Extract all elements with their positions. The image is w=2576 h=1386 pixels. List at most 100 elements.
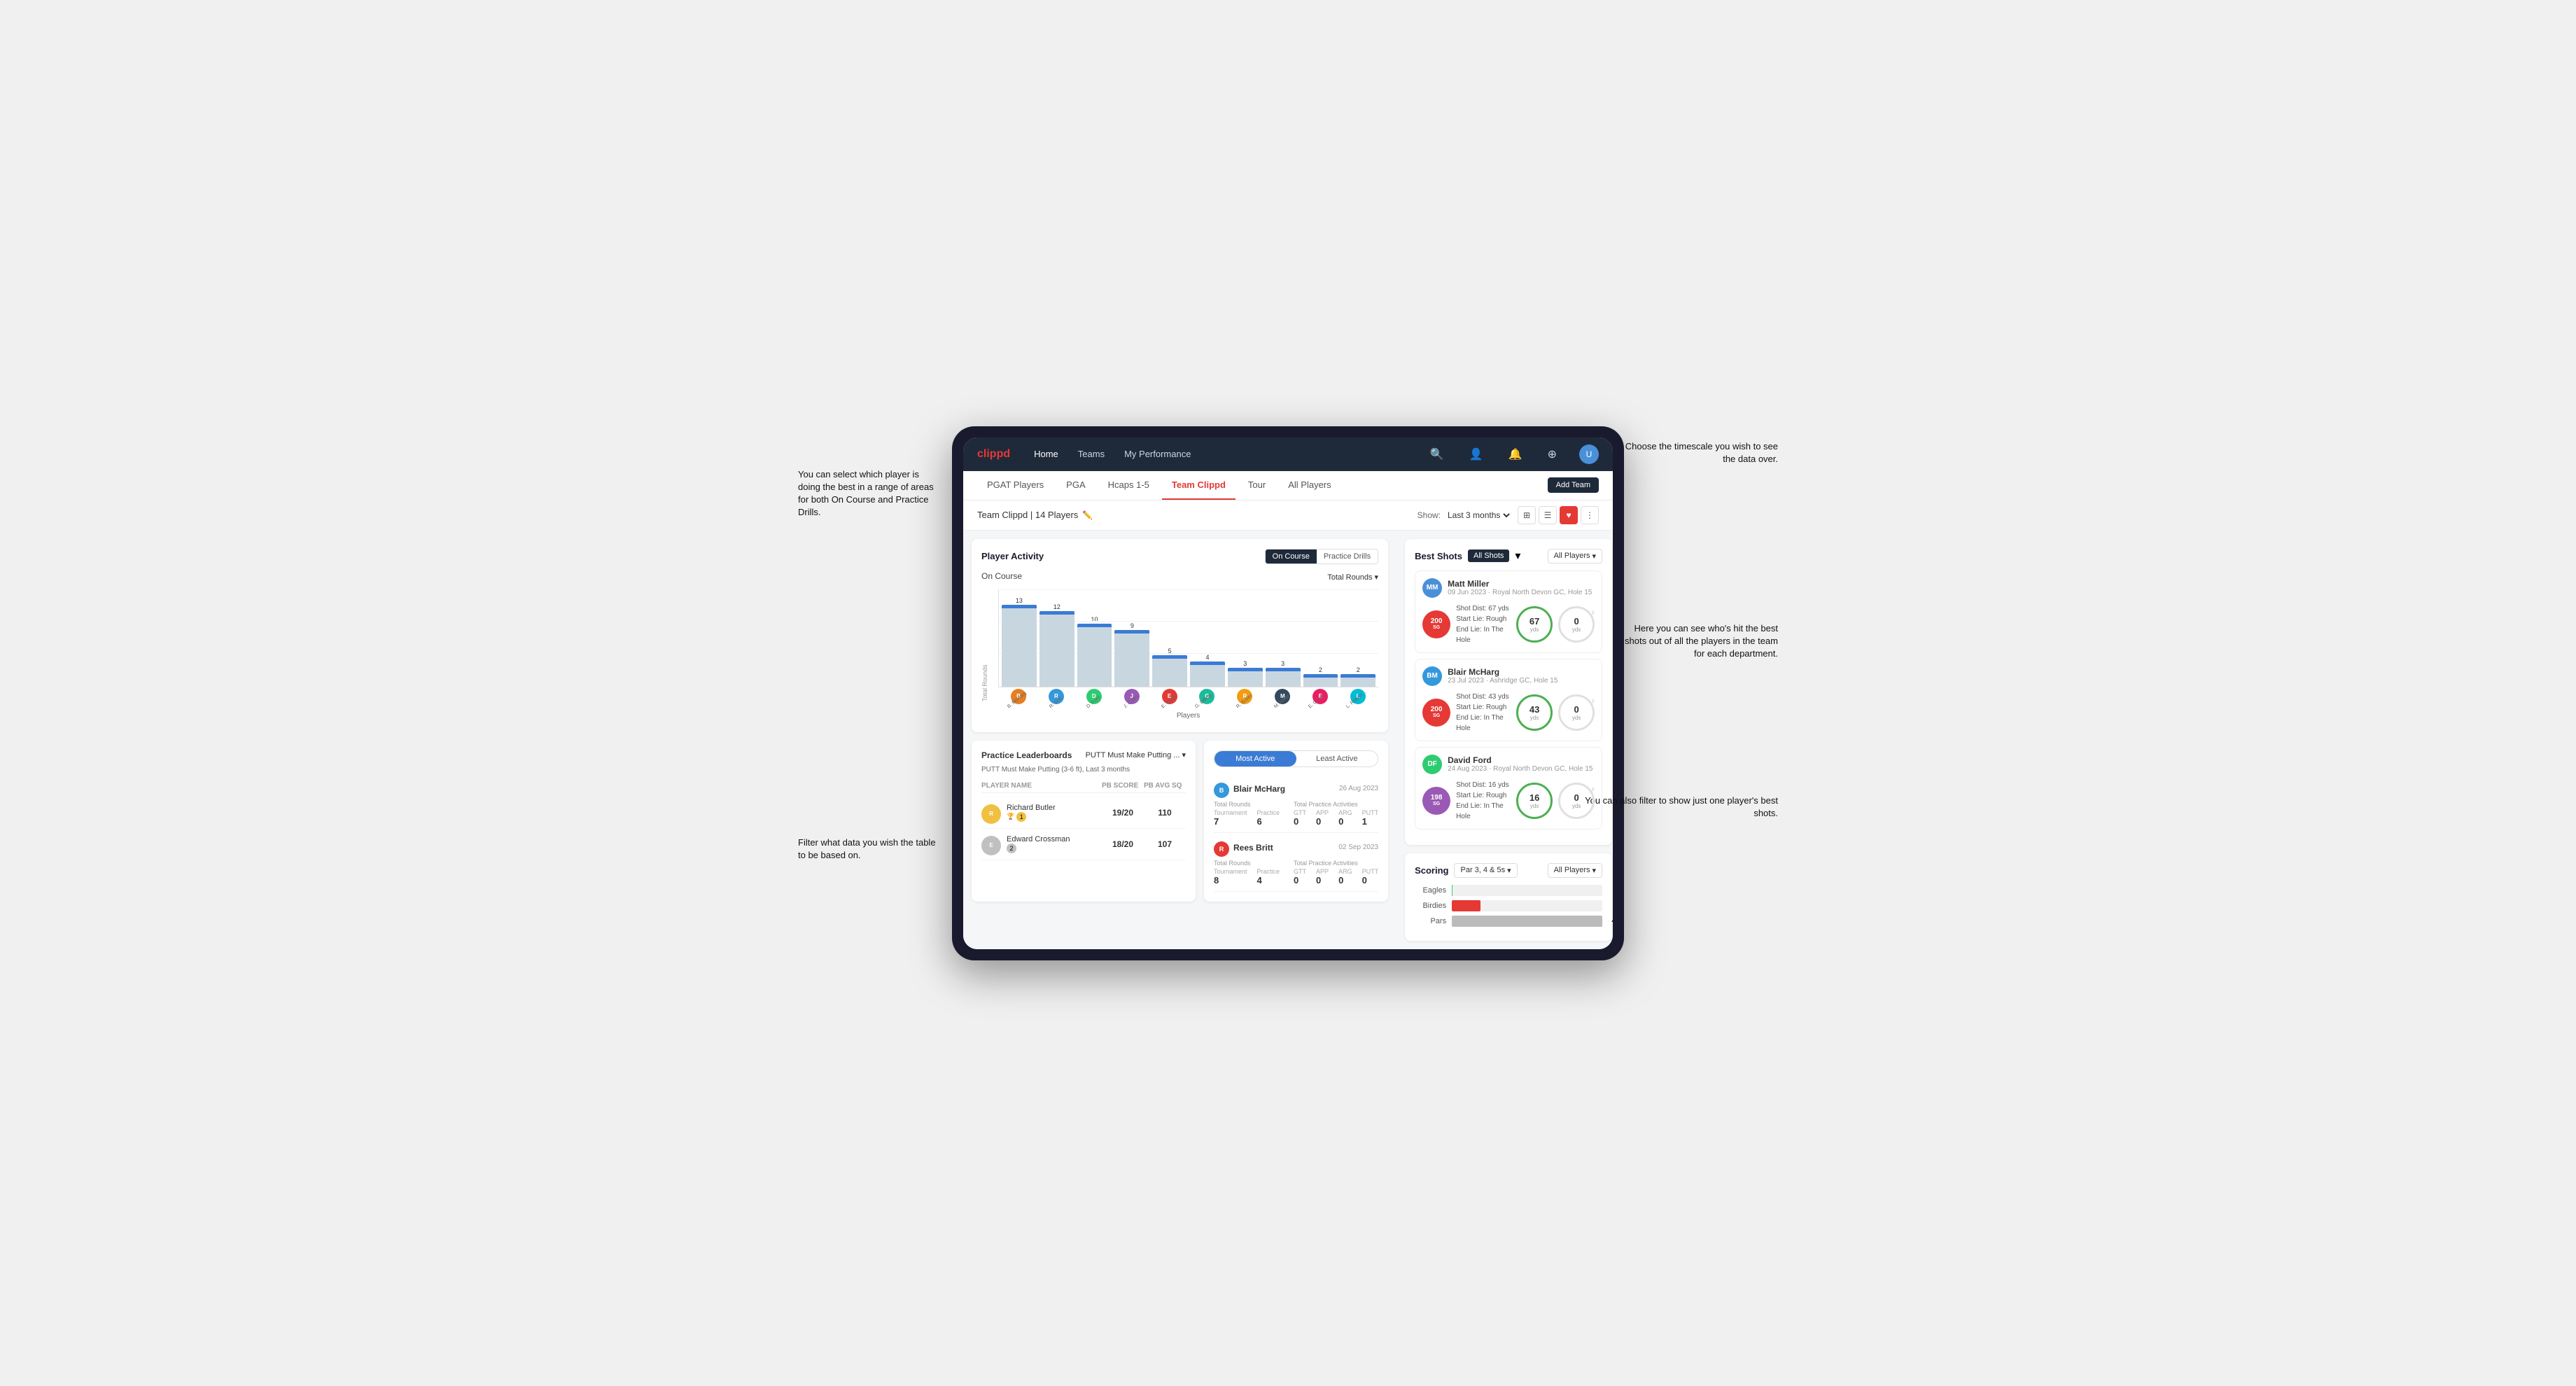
active-player-1: B Blair McHarg 26 Aug 2023 Total Rounds (1214, 774, 1378, 833)
bar-group-7: 3 (1266, 592, 1301, 687)
player-filter[interactable]: All Players ▾ (1548, 549, 1603, 564)
right-panel: Best Shots All Shots ▾ All Players ▾ (1396, 531, 1613, 949)
activities-stat: Total Practice Activities GTT 0 APP (1294, 801, 1378, 827)
chart-section-row: On Course Total Rounds ▾ (981, 571, 1378, 584)
search-icon[interactable]: 🔍 (1430, 447, 1444, 461)
shot-player-avatar-3: DF (1422, 755, 1442, 774)
bar-chart: Total Rounds 1312109543322 BB. McHargRR.… (981, 589, 1378, 722)
app-col: APP 0 (1316, 809, 1329, 827)
table-row[interactable]: R Richard Butler 🏆 1 1 (981, 797, 1186, 829)
shot-metric-yds-1: 67 yds (1516, 606, 1553, 643)
scoring-bar-birdies: Birdies96 (1415, 900, 1602, 911)
shot-chevron-1: › (1591, 606, 1595, 617)
bar-group-4: 5 (1152, 592, 1187, 687)
shot-player-name-1: Matt Miller (1448, 579, 1592, 589)
chart-dropdown[interactable]: Total Rounds ▾ (1327, 573, 1378, 582)
tab-pgat-players[interactable]: PGAT Players (977, 471, 1054, 500)
show-label: Show: (1418, 510, 1441, 520)
leaderboard-subtitle: PUTT Must Make Putting (3-6 ft), Last 3 … (981, 766, 1186, 774)
active-player-2-name: R Rees Britt (1214, 839, 1273, 857)
user-avatar[interactable]: U (1579, 444, 1599, 464)
time-select[interactable]: Last 3 months Last 6 months Last year (1445, 510, 1512, 521)
shot-card-2[interactable]: BM Blair McHarg 23 Jul 2023 · Ashridge G… (1415, 659, 1602, 741)
rounds-stat-2: Total Rounds Tournament 8 Practice (1214, 860, 1280, 886)
player-activity-title: Player Activity (981, 551, 1044, 561)
grid-view-btn[interactable]: ⊞ (1518, 506, 1536, 524)
best-shots-header: Best Shots All Shots ▾ All Players ▾ (1415, 549, 1602, 564)
x-axis-label: Players (998, 712, 1378, 720)
avatar-group-0: BB. McHarg (1001, 687, 1036, 710)
tournament-label: Tournament (1214, 809, 1247, 816)
practice-val: 6 (1257, 816, 1280, 827)
practice-drills-toggle[interactable]: Practice Drills (1317, 550, 1378, 564)
activity-toggle-group: On Course Practice Drills (1265, 549, 1378, 564)
nav-teams[interactable]: Teams (1077, 446, 1106, 462)
shot-stats-row-2: 200 SG Shot Dist: 43 yds Start Lie: Roug… (1422, 692, 1595, 734)
shot-player-detail-2: 23 Jul 2023 · Ashridge GC, Hole 15 (1448, 677, 1558, 685)
shot-player-info-3: David Ford 24 Aug 2023 · Royal North Dev… (1448, 755, 1592, 773)
scoring-filter-2[interactable]: All Players ▾ (1548, 863, 1603, 878)
tab-team-clippd[interactable]: Team Clippd (1162, 471, 1236, 500)
on-course-toggle[interactable]: On Course (1266, 550, 1317, 564)
shot-card-3[interactable]: DF David Ford 24 Aug 2023 · Royal North … (1415, 747, 1602, 830)
tab-hcaps[interactable]: Hcaps 1-5 (1098, 471, 1159, 500)
bell-icon[interactable]: 🔔 (1508, 447, 1522, 461)
y-axis-label: Total Rounds (981, 589, 988, 701)
avatar-group-3: JJ. Coles (1114, 687, 1149, 710)
settings-view-btn[interactable]: ⋮ (1581, 506, 1599, 524)
scoring-filter-1[interactable]: Par 3, 4 & 5s ▾ (1454, 863, 1517, 878)
bar-group-0: 13 (1002, 592, 1037, 687)
avatar-group-8: EE. Crossman (1303, 687, 1338, 710)
shot-player-name-2: Blair McHarg (1448, 667, 1558, 677)
shot-details-3: Shot Dist: 16 yds Start Lie: Rough End L… (1456, 780, 1511, 822)
rounds-sub: Tournament 7 Practice 6 (1214, 809, 1280, 827)
active-player-1-header: B Blair McHarg 26 Aug 2023 (1214, 780, 1378, 798)
player-info-2: E Edward Crossman 2 (981, 833, 1102, 855)
arg-col: ARG 0 (1338, 809, 1352, 827)
best-shots-card: Best Shots All Shots ▾ All Players ▾ (1405, 539, 1612, 845)
tablet-screen: clippd Home Teams My Performance 🔍 👤 🔔 ⊕… (963, 438, 1613, 949)
all-shots-btn[interactable]: All Shots (1468, 550, 1509, 562)
heart-view-btn[interactable]: ♥ (1560, 506, 1578, 524)
shot-player-row-2: BM Blair McHarg 23 Jul 2023 · Ashridge G… (1422, 666, 1595, 686)
tab-pga[interactable]: PGA (1056, 471, 1095, 500)
pb-score-1: 19/20 (1102, 808, 1144, 818)
table-row[interactable]: E Edward Crossman 2 18/20 107 (981, 829, 1186, 860)
activities-label: Total Practice Activities (1294, 801, 1378, 808)
page-wrapper: You can select which player is doing the… (798, 426, 1778, 960)
edit-icon[interactable]: ✏️ (1082, 510, 1093, 520)
player-activity-header: Player Activity On Course Practice Drill… (981, 549, 1378, 564)
least-active-btn[interactable]: Least Active (1296, 751, 1378, 766)
list-view-btn[interactable]: ☰ (1539, 506, 1557, 524)
settings-icon[interactable]: ⊕ (1548, 447, 1557, 461)
avatar-group-1: RR. Britt (1039, 687, 1074, 710)
team-header-row: Team Clippd | 14 Players ✏️ Show: Last 3… (963, 500, 1613, 531)
tab-tour[interactable]: Tour (1238, 471, 1275, 500)
player-name-1: Richard Butler (1007, 804, 1056, 812)
annotation-bottom-right: You can also filter to show just one pla… (1582, 794, 1778, 820)
nav-home[interactable]: Home (1032, 446, 1060, 462)
avatar-group-2: DD. Ford (1077, 687, 1112, 710)
active-player-2-avatar: R (1214, 841, 1229, 857)
rounds-stat: Total Rounds Tournament 7 Practice (1214, 801, 1280, 827)
avatar-group-4: EE. Ebert (1152, 687, 1187, 710)
pb-avg-1: 110 (1144, 808, 1186, 818)
shot-player-info-2: Blair McHarg 23 Jul 2023 · Ashridge GC, … (1448, 667, 1558, 685)
player-activity-card: Player Activity On Course Practice Drill… (972, 539, 1388, 732)
users-icon[interactable]: 👤 (1469, 447, 1483, 461)
active-player-1-name: B Blair McHarg (1214, 780, 1285, 798)
tab-all-players[interactable]: All Players (1278, 471, 1340, 500)
add-team-button[interactable]: Add Team (1548, 477, 1599, 493)
sub-nav: PGAT Players PGA Hcaps 1-5 Team Clippd T… (963, 471, 1613, 500)
annotation-mid-right: Here you can see who's hit the best shot… (1624, 622, 1778, 661)
bar-group-1: 12 (1040, 592, 1074, 687)
shot-card-1[interactable]: MM Matt Miller 09 Jun 2023 · Royal North… (1415, 570, 1602, 653)
left-panels: Player Activity On Course Practice Drill… (963, 531, 1396, 949)
most-active-toggle: Most Active Least Active (1214, 750, 1378, 767)
most-active-btn[interactable]: Most Active (1214, 751, 1296, 766)
nav-my-performance[interactable]: My Performance (1123, 446, 1192, 462)
active-player-2-stats: Total Rounds Tournament 8 Practice (1214, 860, 1378, 886)
leaderboard-dropdown[interactable]: PUTT Must Make Putting ... ▾ (1086, 750, 1186, 760)
scoring-bars: Eagles3Birdies96Pars499 (1415, 885, 1602, 927)
best-shots-title: Best Shots (1415, 551, 1462, 561)
